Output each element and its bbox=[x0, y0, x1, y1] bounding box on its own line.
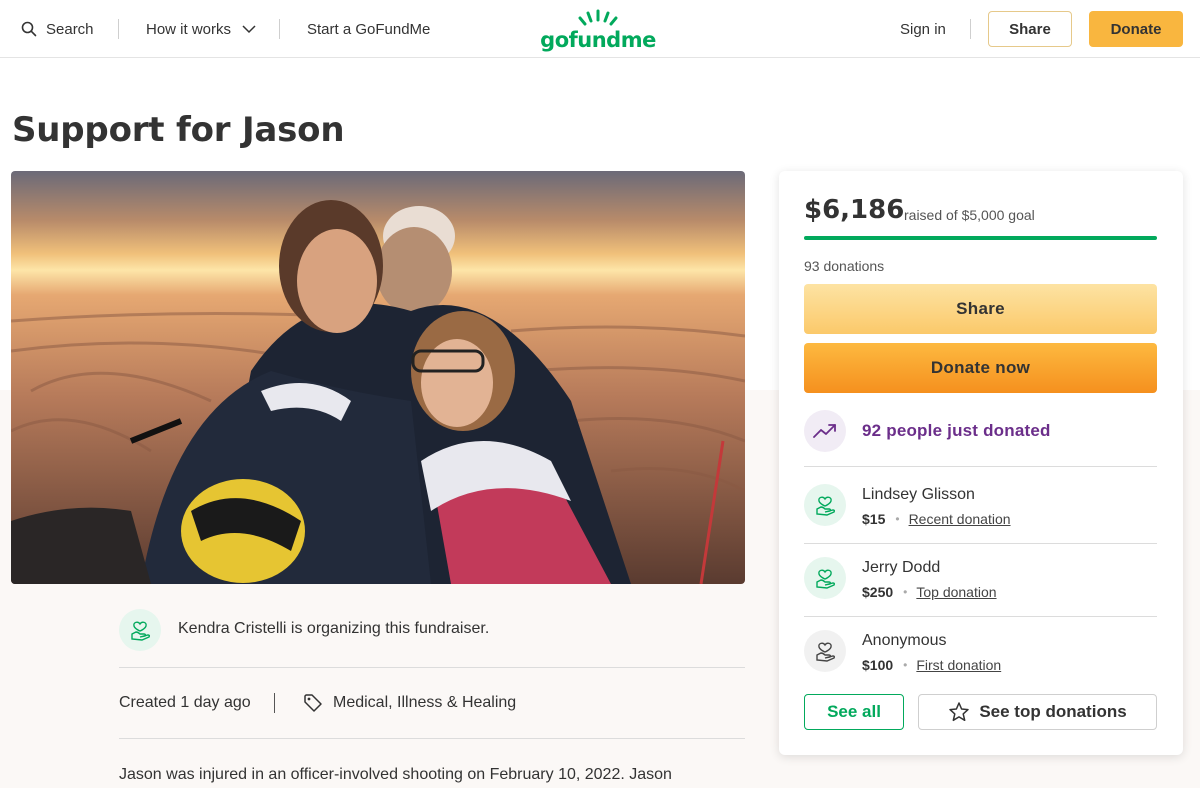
donor-avatar bbox=[804, 630, 846, 672]
divider bbox=[119, 667, 745, 668]
divider bbox=[804, 616, 1157, 617]
donor-avatar bbox=[804, 484, 846, 526]
donor-amount: $100 bbox=[862, 657, 894, 673]
gofundme-logo[interactable]: gofundme bbox=[540, 8, 656, 52]
separator-dot: • bbox=[903, 658, 908, 672]
campaign-photo[interactable] bbox=[11, 171, 745, 584]
top-donation-link[interactable]: Top donation bbox=[916, 584, 996, 600]
heart-hand-icon bbox=[816, 642, 836, 662]
created-text: Created 1 day ago bbox=[119, 694, 251, 711]
first-donation-link[interactable]: First donation bbox=[916, 657, 1001, 673]
progress-fill bbox=[804, 236, 1157, 240]
share-button[interactable]: Share bbox=[804, 284, 1157, 334]
trending-up-icon bbox=[813, 424, 836, 438]
nav-divider bbox=[118, 19, 119, 39]
donor-name: Jerry Dodd bbox=[862, 559, 941, 576]
divider bbox=[804, 466, 1157, 467]
donor-details: $250 • Top donation bbox=[862, 584, 997, 600]
sign-in-label: Sign in bbox=[900, 20, 946, 38]
campaign-photo-image bbox=[11, 171, 745, 584]
category-link[interactable]: Medical, Illness & Healing bbox=[303, 692, 516, 714]
category-label: Medical, Illness & Healing bbox=[333, 694, 517, 711]
separator-dot: • bbox=[895, 512, 900, 526]
search-label: Search bbox=[46, 20, 94, 38]
trend-text: 92 people just donated bbox=[862, 421, 1051, 440]
heart-hand-icon bbox=[131, 621, 151, 641]
trend-badge bbox=[804, 410, 846, 452]
donor-details: $100 • First donation bbox=[862, 657, 1001, 673]
separator-dot: • bbox=[903, 585, 908, 599]
donor-name: Anonymous bbox=[862, 632, 947, 649]
story-text: Jason was injured in an officer-involved… bbox=[119, 766, 672, 783]
donate-now-button[interactable]: Donate now bbox=[804, 343, 1157, 393]
created-date: Created 1 day ago bbox=[119, 692, 251, 714]
see-all-button[interactable]: See all bbox=[804, 694, 904, 730]
organizer-text: Kendra Cristelli is organizing this fund… bbox=[178, 620, 490, 637]
heart-hand-icon bbox=[816, 496, 836, 516]
logo-text: gofundme bbox=[540, 28, 656, 52]
heart-hand-icon bbox=[816, 569, 836, 589]
nav-divider bbox=[279, 19, 280, 39]
search-nav[interactable]: Search bbox=[21, 0, 94, 58]
recent-donation-link[interactable]: Recent donation bbox=[909, 511, 1011, 527]
divider bbox=[804, 543, 1157, 544]
donor-details: $15 • Recent donation bbox=[862, 511, 1011, 527]
raised-amount: $6,186 bbox=[804, 195, 905, 225]
progress-bar bbox=[804, 236, 1157, 240]
donations-count: 93 donations bbox=[804, 258, 885, 274]
chevron-down-icon bbox=[242, 25, 256, 34]
header-donate-button[interactable]: Donate bbox=[1089, 11, 1183, 47]
donor-avatar bbox=[804, 557, 846, 599]
donor-amount: $15 bbox=[862, 511, 886, 527]
donor-amount: $250 bbox=[862, 584, 894, 600]
see-top-donations-button[interactable]: See top donations bbox=[918, 694, 1157, 730]
how-it-works-menu[interactable]: How it works bbox=[146, 0, 257, 58]
start-gofundme-label: Start a GoFundMe bbox=[307, 20, 431, 38]
see-top-donations-label: See top donations bbox=[979, 702, 1127, 721]
donation-card: $6,186 raised of $5,000 goal 93 donation… bbox=[779, 171, 1183, 755]
sign-in-link[interactable]: Sign in bbox=[900, 0, 946, 58]
search-icon bbox=[21, 21, 37, 37]
site-header: Search How it works Start a GoFundMe gof… bbox=[0, 0, 1200, 58]
start-gofundme-link[interactable]: Start a GoFundMe bbox=[307, 0, 430, 58]
divider bbox=[119, 738, 745, 739]
how-it-works-label: How it works bbox=[146, 20, 232, 38]
campaign-title: Support for Jason bbox=[12, 110, 345, 150]
organizer-avatar bbox=[119, 609, 161, 651]
meta-divider bbox=[274, 693, 275, 713]
star-icon bbox=[949, 702, 970, 722]
donor-name: Lindsey Glisson bbox=[862, 486, 975, 503]
raised-goal-label: raised of $5,000 goal bbox=[904, 207, 1035, 223]
sprout-icon bbox=[578, 9, 618, 26]
header-share-button[interactable]: Share bbox=[988, 11, 1072, 47]
tag-icon bbox=[304, 694, 322, 712]
nav-divider bbox=[970, 19, 971, 39]
